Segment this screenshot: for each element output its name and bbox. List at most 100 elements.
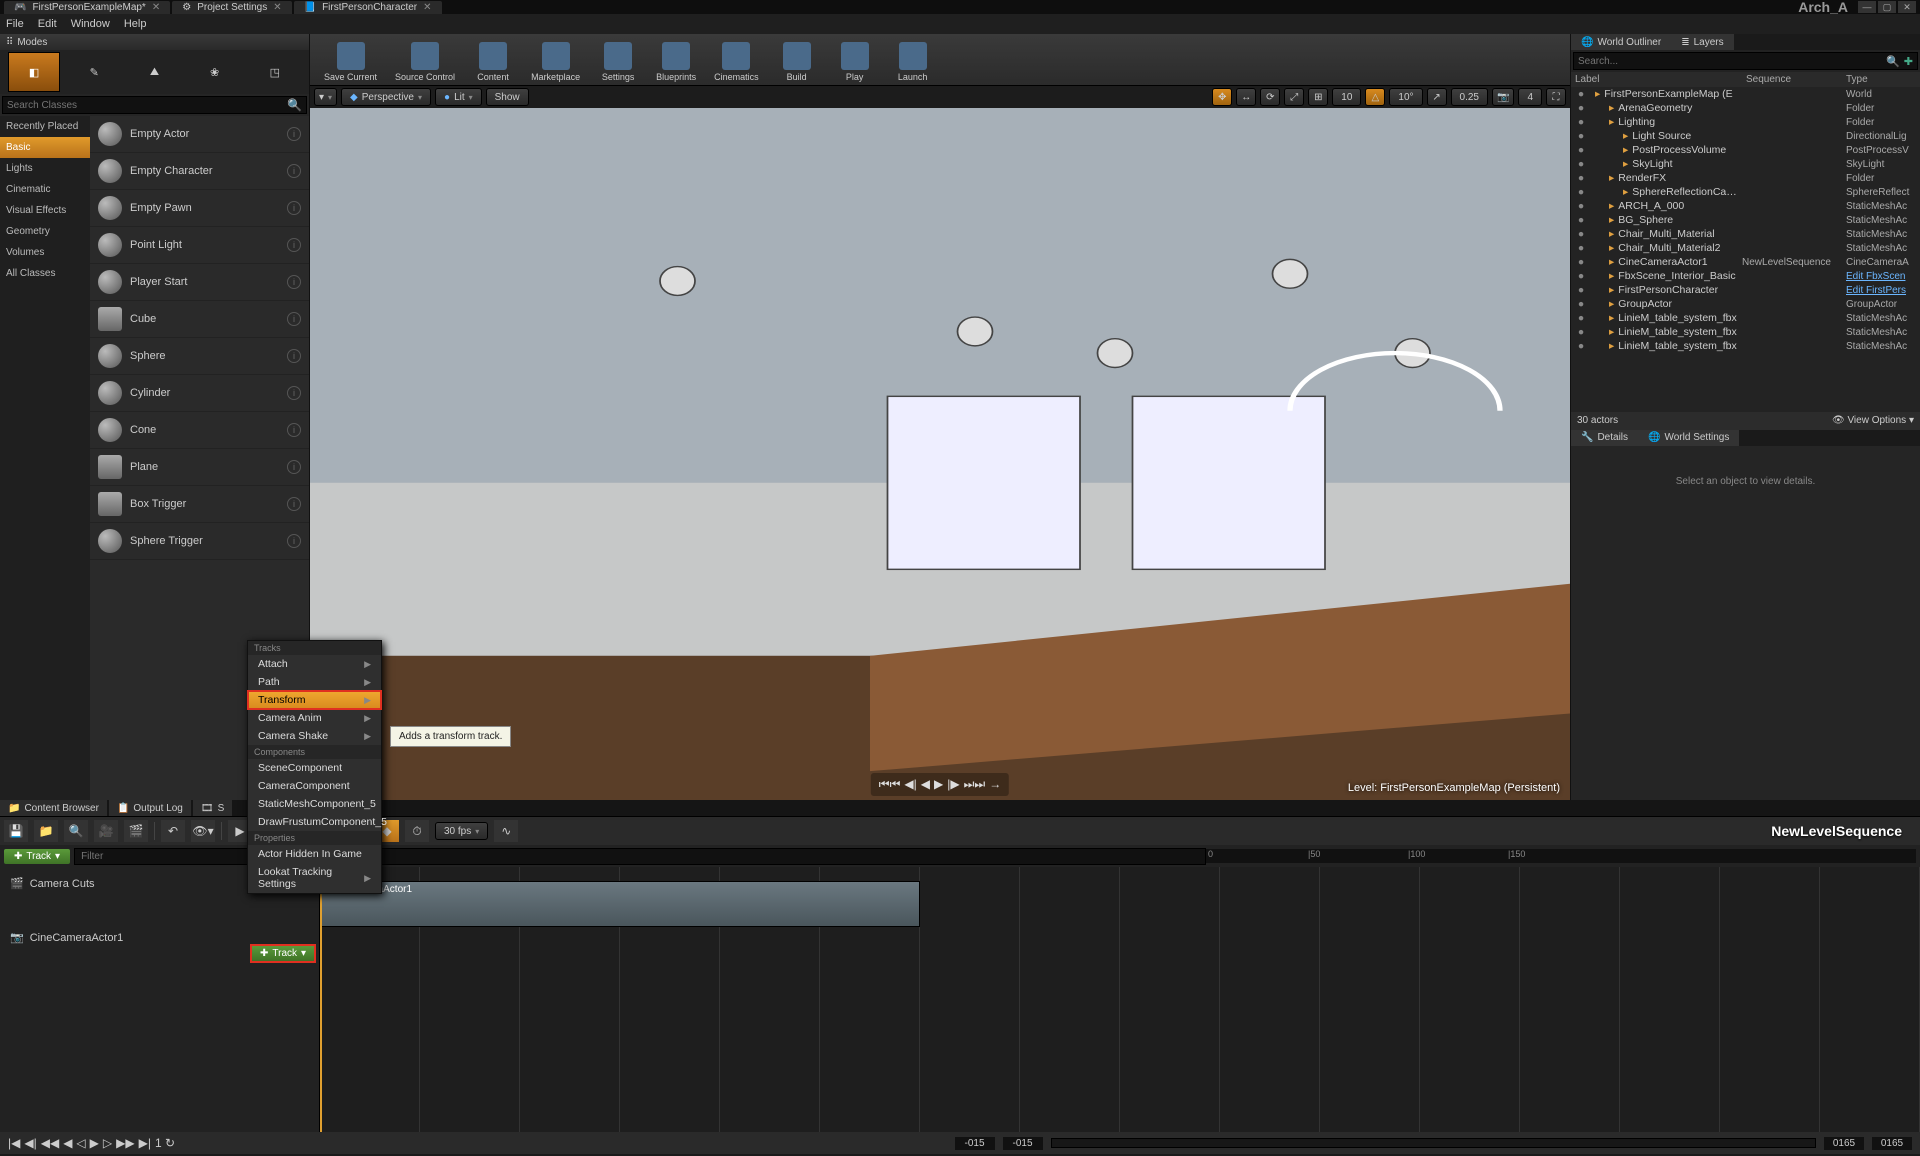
menu-item-camera-anim[interactable]: Camera Anim▶: [248, 709, 381, 727]
toolbar-play[interactable]: Play: [827, 36, 883, 84]
perspective-button[interactable]: ◆ Perspective: [341, 88, 431, 106]
toolbar-launch[interactable]: Launch: [885, 36, 941, 84]
play-icon[interactable]: ▶: [934, 777, 943, 792]
visibility-icon[interactable]: ●: [1575, 256, 1587, 268]
info-icon[interactable]: i: [287, 201, 301, 215]
geometry-mode-button[interactable]: ◳: [249, 52, 301, 92]
category-item[interactable]: Visual Effects: [0, 200, 90, 221]
add-track-button[interactable]: ✚ Track ▾: [4, 849, 70, 864]
fps-selector[interactable]: 30 fps: [435, 822, 488, 840]
outliner-row[interactable]: ●▸FirstPersonExampleMap (EWorld: [1571, 87, 1920, 101]
menu-item-path[interactable]: Path▶: [248, 673, 381, 691]
visibility-icon[interactable]: ●: [1575, 340, 1587, 352]
visibility-icon[interactable]: ●: [1575, 242, 1587, 254]
outliner-row[interactable]: ●▸GroupActorGroupActor: [1571, 297, 1920, 311]
category-item[interactable]: Lights: [0, 158, 90, 179]
visibility-icon[interactable]: ●: [1575, 326, 1587, 338]
add-track-button-actor[interactable]: ✚ Track ▾: [250, 944, 316, 963]
find-icon[interactable]: 🔍: [64, 820, 88, 842]
asset-item[interactable]: Cylinderi: [90, 375, 309, 412]
step-back2-icon[interactable]: ◀◀: [41, 1136, 59, 1150]
outliner-row[interactable]: ●▸SkyLightSkyLight: [1571, 157, 1920, 171]
bottom-tab[interactable]: 🎞S: [193, 800, 232, 816]
layers-tab[interactable]: ≣ Layers: [1671, 34, 1733, 50]
asset-item[interactable]: Planei: [90, 449, 309, 486]
paint-mode-button[interactable]: ✎: [68, 52, 120, 92]
asset-item[interactable]: Empty Characteri: [90, 153, 309, 190]
visibility-icon[interactable]: ●: [1575, 312, 1587, 324]
toolbar-marketplace[interactable]: Marketplace: [523, 36, 588, 84]
landscape-mode-button[interactable]: ⛰: [128, 52, 180, 92]
rotate-tool-button[interactable]: ⟳: [1260, 88, 1280, 106]
save-icon[interactable]: 💾: [4, 820, 28, 842]
end-frame-1[interactable]: 0165: [1824, 1137, 1864, 1150]
start-frame-2[interactable]: -015: [1003, 1137, 1043, 1150]
category-item[interactable]: All Classes: [0, 263, 90, 284]
info-icon[interactable]: i: [287, 312, 301, 326]
info-icon[interactable]: i: [287, 164, 301, 178]
asset-item[interactable]: Empty Actori: [90, 116, 309, 153]
playhead[interactable]: [320, 867, 322, 1132]
close-icon[interactable]: ✕: [423, 2, 431, 13]
frame-back-icon[interactable]: ◁: [76, 1136, 85, 1150]
outliner-row[interactable]: ●▸ARCH_A_000StaticMeshAc: [1571, 199, 1920, 213]
menu-item-cameracomponent[interactable]: CameraComponent: [248, 777, 381, 795]
lit-button[interactable]: ● Lit: [435, 88, 482, 106]
visibility-icon[interactable]: ●: [1575, 186, 1587, 198]
outliner-row[interactable]: ●▸LinieM_table_system_fbxStaticMeshAc: [1571, 311, 1920, 325]
visibility-icon[interactable]: ●: [1575, 214, 1587, 226]
outliner-row[interactable]: ●▸LinieM_table_system_fbxStaticMeshAc: [1571, 339, 1920, 353]
toolbar-cinematics[interactable]: Cinematics: [706, 36, 767, 84]
track-filter-input[interactable]: [74, 848, 1206, 865]
visibility-icon[interactable]: ●: [1575, 158, 1587, 170]
visibility-icon[interactable]: ●: [1575, 130, 1587, 142]
visibility-icon[interactable]: ●: [1575, 270, 1587, 282]
foliage-mode-button[interactable]: ❀: [189, 52, 241, 92]
scale-tool-button[interactable]: ⤢: [1284, 88, 1304, 106]
maximize-button[interactable]: ▢: [1878, 1, 1896, 13]
curve-editor-icon[interactable]: ∿: [494, 820, 518, 842]
loop-button[interactable]: 1 ↻: [155, 1136, 175, 1150]
outliner-row[interactable]: ●▸Light SourceDirectionalLig: [1571, 129, 1920, 143]
category-item[interactable]: Recently Placed: [0, 116, 90, 137]
toolbar-save-current[interactable]: Save Current: [316, 36, 385, 84]
info-icon[interactable]: i: [287, 349, 301, 363]
end-frame-2[interactable]: 0165: [1872, 1137, 1912, 1150]
play-back-icon[interactable]: ◀: [921, 777, 930, 792]
category-item[interactable]: Basic: [0, 137, 90, 158]
timeline[interactable]: CineCameraActor1: [320, 867, 1920, 1132]
title-tab[interactable]: 📘FirstPersonCharacter✕: [294, 1, 442, 14]
outliner-row[interactable]: ●▸SphereReflectionCaptuSphereReflect: [1571, 185, 1920, 199]
to-start-icon[interactable]: |◀: [8, 1136, 20, 1150]
camera-cut-clip[interactable]: CineCameraActor1: [320, 881, 920, 927]
play-rev-icon[interactable]: ◀: [63, 1136, 72, 1150]
visibility-icon[interactable]: ●: [1575, 172, 1587, 184]
view-options-button[interactable]: 👁 View Options ▾: [1832, 415, 1914, 426]
transform-gizmo-button[interactable]: ✥: [1212, 88, 1232, 106]
menu-edit[interactable]: Edit: [38, 18, 57, 30]
prev-key-icon[interactable]: ◀|: [24, 1136, 36, 1150]
next-key-icon[interactable]: ▶▶: [116, 1136, 134, 1150]
scrub-bar[interactable]: [1051, 1138, 1816, 1148]
menu-item-attach[interactable]: Attach▶: [248, 655, 381, 673]
asset-item[interactable]: Box Triggeri: [90, 486, 309, 523]
snap-time-icon[interactable]: ⏱: [405, 820, 429, 842]
step-back-icon[interactable]: ◀|: [904, 777, 916, 792]
frame-fwd-icon[interactable]: ▷: [103, 1136, 112, 1150]
menu-item-scenecomponent[interactable]: SceneComponent: [248, 759, 381, 777]
world-settings-tab[interactable]: 🌐 World Settings: [1638, 430, 1739, 446]
menu-item-lookat-tracking-settings[interactable]: Lookat Tracking Settings▶: [248, 863, 381, 893]
menu-item-drawfrustumcomponent_5[interactable]: DrawFrustumComponent_5: [248, 813, 381, 831]
angle-snap-value[interactable]: 10°: [1389, 88, 1422, 106]
outliner-row[interactable]: ●▸FbxScene_Interior_BasicEdit FbxScen: [1571, 269, 1920, 283]
info-icon[interactable]: i: [287, 497, 301, 511]
toolbar-build[interactable]: Build: [769, 36, 825, 84]
grid-snap-button[interactable]: ⊞: [1308, 88, 1328, 106]
info-icon[interactable]: i: [287, 534, 301, 548]
outliner-row[interactable]: ●▸RenderFXFolder: [1571, 171, 1920, 185]
category-item[interactable]: Cinematic: [0, 179, 90, 200]
menu-item-staticmeshcomponent_5[interactable]: StaticMeshComponent_5: [248, 795, 381, 813]
info-icon[interactable]: i: [287, 238, 301, 252]
viewport[interactable]: ⏮⏮ ◀| ◀ ▶ |▶ ⏭⏭ → Level: FirstPersonExam…: [310, 108, 1570, 800]
undo-icon[interactable]: ↶: [161, 820, 185, 842]
